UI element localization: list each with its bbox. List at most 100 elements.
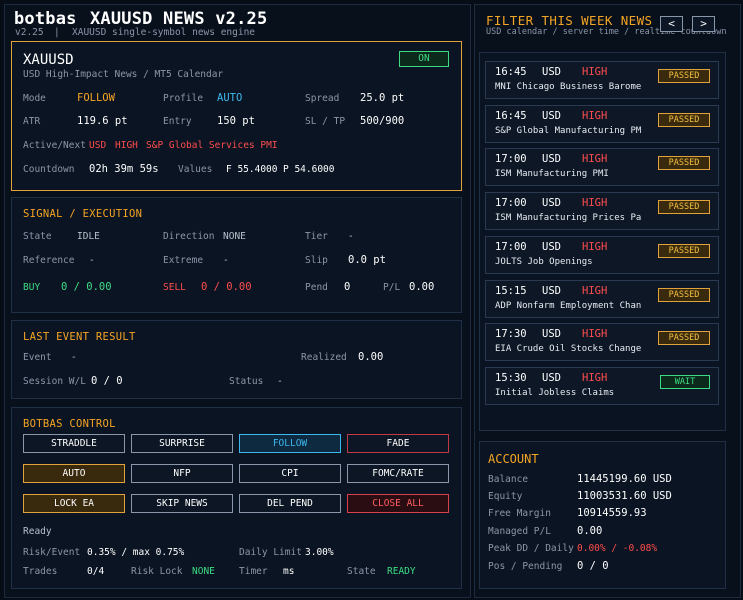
app-separator: | <box>54 27 60 38</box>
news-impact: HIGH <box>582 285 608 297</box>
balance-value: 11445199.60 USD <box>577 473 672 485</box>
news-name: ADP Nonfarm Employment Chan <box>495 301 642 311</box>
slip-value: 0.0 pt <box>348 254 386 266</box>
straddle-button[interactable]: STRADDLE <box>23 434 125 453</box>
news-currency: USD <box>542 153 561 165</box>
news-currency: USD <box>542 285 561 297</box>
daily-limit-label: Daily Limit <box>239 547 302 558</box>
news-status-badge: PASSED <box>658 156 710 170</box>
news-item[interactable]: 15:30 USD HIGH Initial Jobless Claims WAIT <box>485 367 719 405</box>
news-impact: HIGH <box>582 372 608 384</box>
app-brand: botbas <box>14 9 77 29</box>
entry-value: 150 pt <box>217 115 255 127</box>
mode-value: FOLLOW <box>77 92 115 104</box>
values-forecast: F 55.4000 <box>226 164 278 175</box>
news-name: Initial Jobless Claims <box>495 388 615 398</box>
news-status-badge: PASSED <box>658 113 710 127</box>
timer-value: ms <box>283 566 295 577</box>
news-item[interactable]: 17:00 USD HIGH ISM Manufacturing PMI PASSED <box>485 148 719 186</box>
equity-value: 11003531.60 USD <box>577 490 672 502</box>
news-item[interactable]: 17:00 USD HIGH ISM Manufacturing Prices Pa P… <box>485 192 719 230</box>
state-value-control: READY <box>387 566 416 577</box>
news-impact: HIGH <box>582 110 608 122</box>
fomc-button[interactable]: FOMC/RATE <box>347 464 449 483</box>
surprise-button[interactable]: SURPRISE <box>131 434 233 453</box>
peak-dd-label: Peak DD / Daily <box>488 543 574 554</box>
news-time: 16:45 <box>495 110 527 122</box>
news-name: MNI Chicago Business Barome <box>495 82 642 92</box>
chevron-right-icon: > <box>700 17 707 30</box>
news-status-badge: PASSED <box>658 244 710 258</box>
active-currency: USD <box>89 140 107 151</box>
trades-value: 0/4 <box>87 566 105 577</box>
news-time: 15:30 <box>495 372 527 384</box>
free-margin-label: Free Margin <box>488 508 551 519</box>
news-time: 16:45 <box>495 66 527 78</box>
news-name: JOLTS Job Openings <box>495 257 593 267</box>
symbol-panel: XAUUSD USD High-Impact News / MT5 Calend… <box>11 41 462 191</box>
pend-value: 0 <box>344 281 351 293</box>
close-all-button[interactable]: CLOSE ALL <box>347 494 449 513</box>
account-title: ACCOUNT <box>488 452 539 466</box>
news-time: 17:00 <box>495 153 527 165</box>
news-impact: HIGH <box>582 153 608 165</box>
realized-value: 0.00 <box>358 351 384 363</box>
on-toggle[interactable]: ON <box>399 51 449 67</box>
ready-status: Ready <box>23 526 52 537</box>
news-time: 17:00 <box>495 241 527 253</box>
lock-ea-button[interactable]: LOCK EA <box>23 494 125 513</box>
status-value: - <box>277 376 283 387</box>
risk-lock-value: NONE <box>192 566 215 577</box>
news-item[interactable]: 15:15 USD HIGH ADP Nonfarm Employment Chan P… <box>485 280 719 318</box>
news-status-badge: PASSED <box>658 69 710 83</box>
tier-label: Tier <box>305 231 328 242</box>
news-item[interactable]: 17:00 USD HIGH JOLTS Job Openings PASSED <box>485 236 719 274</box>
news-status-badge: WAIT <box>660 375 710 389</box>
app-title: XAUUSD NEWS v2.25 <box>90 9 268 29</box>
news-name: ISM Manufacturing Prices Pa <box>495 213 642 223</box>
values-previous: P 54.6000 <box>283 164 335 175</box>
event-label: Event <box>23 352 52 363</box>
news-item[interactable]: 16:45 USD HIGH MNI Chicago Business Barome P… <box>485 61 719 99</box>
sell-label: SELL <box>163 282 186 293</box>
extreme-value: - <box>223 255 229 266</box>
event-value: - <box>71 352 77 363</box>
nfp-button[interactable]: NFP <box>131 464 233 483</box>
follow-button[interactable]: FOLLOW <box>239 434 341 453</box>
news-impact: HIGH <box>582 66 608 78</box>
next-week-button[interactable]: > <box>692 16 715 32</box>
auto-button[interactable]: AUTO <box>23 464 125 483</box>
buy-label: BUY <box>23 282 41 293</box>
news-item[interactable]: 17:30 USD HIGH EIA Crude Oil Stocks Change P… <box>485 323 719 361</box>
countdown-label: Countdown <box>23 164 75 175</box>
news-impact: HIGH <box>582 241 608 253</box>
realized-label: Realized <box>301 352 347 363</box>
cpi-button[interactable]: CPI <box>239 464 341 483</box>
direction-label: Direction <box>163 231 215 242</box>
news-time: 17:00 <box>495 197 527 209</box>
skip-news-button[interactable]: SKIP NEWS <box>131 494 233 513</box>
account-panel: ACCOUNT Balance 11445199.60 USD Equity 1… <box>479 441 726 589</box>
slip-label: Slip <box>305 255 328 266</box>
news-currency: USD <box>542 66 561 78</box>
fade-button[interactable]: FADE <box>347 434 449 453</box>
prev-week-button[interactable]: < <box>660 16 683 32</box>
news-currency: USD <box>542 328 561 340</box>
profile-value: AUTO <box>217 92 243 104</box>
news-name: ISM Manufacturing PMI <box>495 169 609 179</box>
daily-limit-value: 3.00% <box>305 547 334 558</box>
state-value: IDLE <box>77 231 100 242</box>
news-time: 15:15 <box>495 285 527 297</box>
last-event-panel: LAST EVENT RESULT Event - Realized 0.00 … <box>11 320 462 399</box>
profile-label: Profile <box>163 93 204 104</box>
status-label: Status <box>229 376 264 387</box>
countdown-value: 02h 39m 59s <box>89 163 159 175</box>
pl-value: 0.00 <box>409 281 435 293</box>
news-impact: HIGH <box>582 328 608 340</box>
sltp-label: SL / TP <box>305 116 346 127</box>
news-item[interactable]: 16:45 USD HIGH S&P Global Manufacturing PM P… <box>485 105 719 143</box>
news-status-badge: PASSED <box>658 331 710 345</box>
news-impact: HIGH <box>582 197 608 209</box>
tier-value: - <box>348 231 354 242</box>
del-pend-button[interactable]: DEL PEND <box>239 494 341 513</box>
